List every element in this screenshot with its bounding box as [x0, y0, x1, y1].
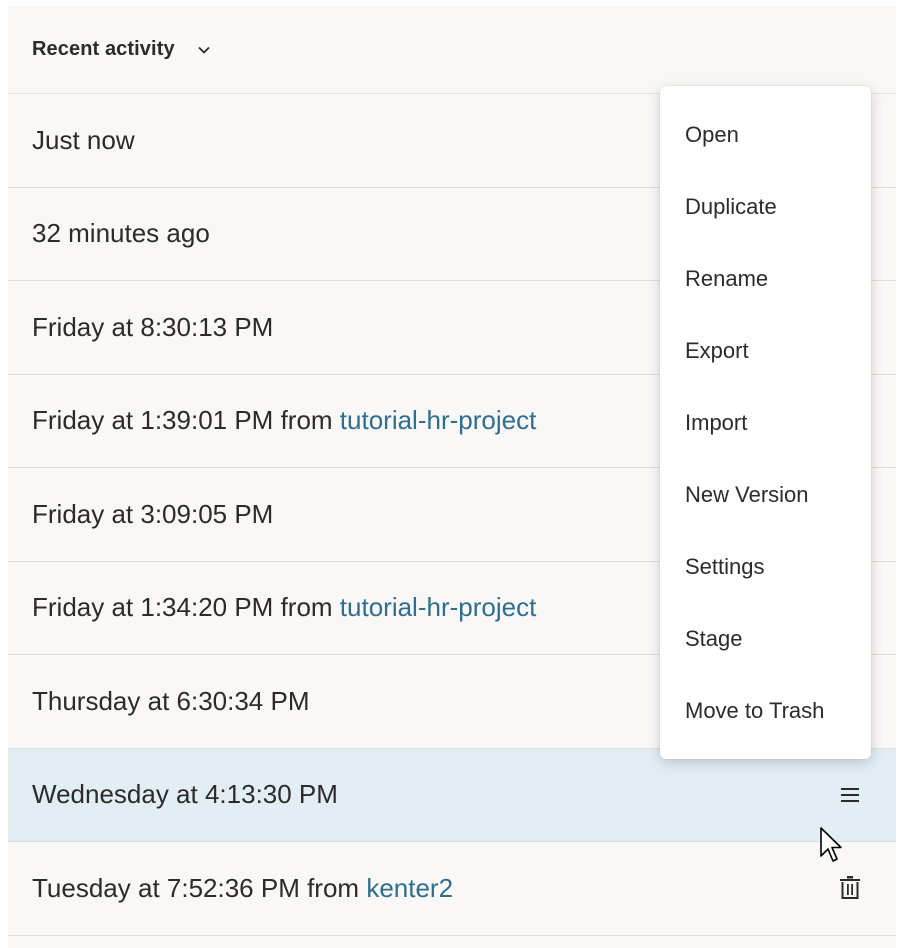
- activity-row-label: Friday at 1:39:01 PM from tutorial-hr-pr…: [32, 405, 537, 436]
- header-title: Recent activity: [32, 38, 175, 60]
- menu-item-open[interactable]: Open: [660, 99, 871, 171]
- chevron-down-icon[interactable]: [197, 45, 211, 55]
- menu-item-duplicate[interactable]: Duplicate: [660, 171, 871, 243]
- activity-row-label: 32 minutes ago: [32, 218, 210, 249]
- menu-item-settings[interactable]: Settings: [660, 531, 871, 603]
- activity-row[interactable]: Tuesday at 7:52:36 PM from kenter2: [8, 842, 896, 936]
- menu-item-export[interactable]: Export: [660, 315, 871, 387]
- panel-header: Recent activity: [8, 6, 896, 94]
- activity-row-label: Wednesday at 4:13:30 PM: [32, 779, 338, 810]
- source-link[interactable]: tutorial-hr-project: [340, 592, 537, 622]
- menu-item-rename[interactable]: Rename: [660, 243, 871, 315]
- activity-row-label: Just now: [32, 124, 135, 155]
- trash-icon[interactable]: [836, 874, 864, 902]
- mouse-pointer-icon: [819, 826, 845, 871]
- source-link[interactable]: tutorial-hr-project: [340, 405, 537, 435]
- activity-row-label: Friday at 3:09:05 PM: [32, 498, 274, 529]
- activity-row-label: Friday at 8:30:13 PM: [32, 311, 274, 342]
- menu-item-import[interactable]: Import: [660, 387, 871, 459]
- activity-row-label: Friday at 1:34:20 PM from tutorial-hr-pr…: [32, 592, 537, 623]
- menu-item-stage[interactable]: Stage: [660, 603, 871, 675]
- context-menu: Open Duplicate Rename Export Import New …: [660, 86, 871, 759]
- menu-item-new-version[interactable]: New Version: [660, 459, 871, 531]
- activity-row-label: Tuesday at 7:52:36 PM from kenter2: [32, 872, 454, 903]
- activity-row-label: Thursday at 6:30:34 PM: [32, 685, 310, 716]
- hamburger-menu-icon[interactable]: [836, 781, 864, 809]
- source-link[interactable]: kenter2: [366, 873, 453, 903]
- menu-item-move-to-trash[interactable]: Move to Trash: [660, 675, 871, 747]
- activity-row-selected[interactable]: Wednesday at 4:13:30 PM: [8, 748, 896, 842]
